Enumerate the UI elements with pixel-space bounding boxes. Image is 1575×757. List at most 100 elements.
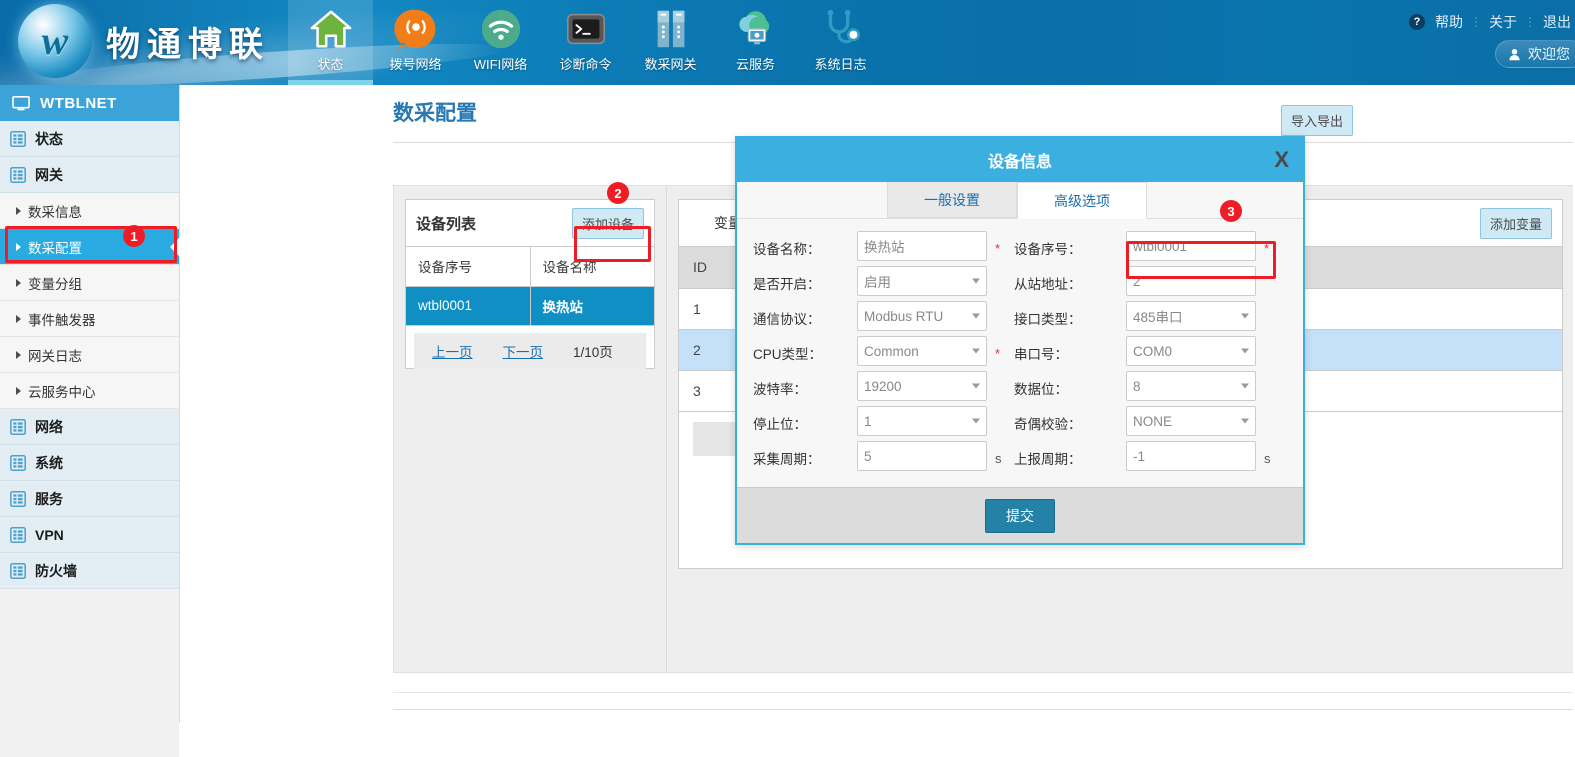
sidebar-item-collect-config[interactable]: 数采配置 <box>0 229 179 265</box>
sidebar-item-service[interactable]: 服务 <box>0 481 179 517</box>
nav-tab-label: WIFI网络 <box>473 57 528 72</box>
field-interface-type <box>1126 301 1261 335</box>
sidebar-item-status[interactable]: 状态 <box>0 121 179 157</box>
sidebar-item-gateway-log[interactable]: 网关日志 <box>0 337 179 373</box>
wifi-icon <box>481 9 520 49</box>
field-slave-address <box>1126 266 1261 300</box>
column-header-serial: 设备序号 <box>406 247 531 287</box>
field-data-bits <box>1126 371 1261 405</box>
nav-tab-label: 系统日志 <box>814 57 867 72</box>
sidebar-item-variable-group[interactable]: 变量分组 <box>0 265 179 301</box>
device-list-title: 设备列表 <box>416 215 477 233</box>
field-baud-rate <box>857 371 992 405</box>
protocol-select[interactable] <box>857 301 987 331</box>
device-name-input[interactable] <box>857 231 987 261</box>
sidebar-item-label: 防火墙 <box>35 562 77 579</box>
cpu-type-select[interactable] <box>857 336 987 366</box>
help-link[interactable]: 帮助 <box>1435 12 1463 32</box>
annotation-badge-1: 1 <box>123 225 145 247</box>
user-icon <box>1509 48 1520 60</box>
nav-tab-wifi[interactable]: WIFI网络 <box>458 0 543 85</box>
next-page-link[interactable]: 下一页 <box>503 341 544 361</box>
sidebar-item-label: 状态 <box>35 130 63 147</box>
stop-bits-select[interactable] <box>857 406 987 436</box>
field-cpu-type <box>857 336 992 370</box>
sidebar-item-gateway[interactable]: 网关 <box>0 157 179 193</box>
nav-tab-label: 状态 <box>317 57 344 72</box>
data-bits-select[interactable] <box>1126 371 1256 401</box>
user-welcome-badge[interactable]: 欢迎您 <box>1495 40 1575 68</box>
caret-right-icon <box>16 206 21 215</box>
close-icon[interactable]: X <box>1274 149 1289 171</box>
nav-tab-status[interactable]: 状态 <box>288 0 373 85</box>
sidebar-item-system[interactable]: 系统 <box>0 445 179 481</box>
device-list-pager: 上一页 下一页 1/10页 <box>414 332 646 369</box>
sidebar-item-cloud-center[interactable]: 云服务中心 <box>0 373 179 409</box>
device-list-panel: 设备列表 添加设备 设备序号 设备名称 wtbl0001 换热站 上一页 下一页… <box>395 187 667 672</box>
logo-orb-icon: w <box>18 4 92 78</box>
sidebar-item-label: 云服务中心 <box>28 384 96 400</box>
submit-button[interactable]: 提交 <box>985 498 1055 533</box>
tab-general-settings[interactable]: 一般设置 <box>887 181 1017 218</box>
baud-rate-select[interactable] <box>857 371 987 401</box>
add-variable-button[interactable]: 添加变量 <box>1479 207 1552 239</box>
device-serial-input[interactable] <box>1126 231 1256 261</box>
collect-period-input[interactable] <box>857 441 987 471</box>
interface-type-select[interactable] <box>1126 301 1256 331</box>
label-collect-period: 采集周期： <box>753 452 821 467</box>
about-link[interactable]: 关于 <box>1489 12 1517 32</box>
required-marker: * <box>1264 240 1270 256</box>
device-list-header: 设备列表 添加设备 <box>406 200 654 247</box>
add-device-button[interactable]: 添加设备 <box>571 207 644 239</box>
unit-seconds: s <box>995 450 1002 466</box>
sidebar-item-label: 数采配置 <box>28 240 82 256</box>
table-row[interactable]: wtbl0001 换热站 <box>406 286 654 326</box>
link-separator: ⋮ <box>1524 15 1536 29</box>
sidebar-item-label: 系统 <box>35 454 63 471</box>
nav-tab-dialup[interactable]: 拨号网络 <box>373 0 458 85</box>
sidebar-item-label: 网关日志 <box>28 348 82 364</box>
cell-device-serial: wtbl0001 <box>406 286 531 326</box>
device-info-dialog: 设备信息 X 一般设置 高级选项 设备名称： * 设备序号： * 是否开启： <box>735 136 1305 545</box>
grid-icon <box>10 166 26 183</box>
nav-tab-gateway[interactable]: 数采网关 <box>628 0 713 85</box>
nav-tab-diagnostics[interactable]: 诊断命令 <box>543 0 628 85</box>
logout-link[interactable]: 退出 <box>1543 12 1571 32</box>
sidebar-brand: WTBLNET <box>0 85 179 121</box>
sidebar-item-collect-info[interactable]: 数采信息 <box>0 193 179 229</box>
sidebar-item-firewall[interactable]: 防火墙 <box>0 553 179 589</box>
sidebar-item-label: 事件触发器 <box>28 312 96 328</box>
link-separator: ⋮ <box>1470 15 1482 29</box>
nav-tab-cloud[interactable]: 云服务 <box>713 0 798 85</box>
nav-tab-syslog[interactable]: 系统日志 <box>798 0 883 85</box>
prev-page-link[interactable]: 上一页 <box>432 341 473 361</box>
slave-address-input[interactable] <box>1126 266 1256 296</box>
dialog-footer: 提交 <box>737 487 1303 543</box>
grid-icon <box>10 490 26 507</box>
label-com-port: 串口号： <box>1014 347 1068 362</box>
device-form: 设备名称： * 设备序号： * 是否开启： 从站地址： <box>747 231 1293 475</box>
column-header-name: 设备名称 <box>529 247 654 287</box>
label-enabled: 是否开启： <box>753 277 821 292</box>
enabled-select[interactable] <box>857 266 987 296</box>
nav-tab-label: 诊断命令 <box>559 57 612 72</box>
field-protocol <box>857 301 992 335</box>
terminal-icon <box>566 13 605 45</box>
sidebar-item-network[interactable]: 网络 <box>0 409 179 445</box>
cell-device-name: 换热站 <box>529 286 654 326</box>
sidebar: WTBLNET 状态 网关 数采信息 数采配置 变量分组 事件触发器 网关日志 … <box>0 85 180 757</box>
tab-advanced-options[interactable]: 高级选项 <box>1017 182 1147 219</box>
sidebar-item-label: 服务 <box>35 490 63 507</box>
report-period-input[interactable] <box>1126 441 1256 471</box>
field-report-period <box>1126 441 1261 475</box>
parity-select[interactable] <box>1126 406 1256 436</box>
import-export-button[interactable]: 导入导出 <box>1281 105 1354 136</box>
stethoscope-icon <box>827 9 860 44</box>
import-export-wrap: 导入导出 <box>1281 105 1354 136</box>
sidebar-item-vpn[interactable]: VPN <box>0 517 179 553</box>
annotation-badge-2: 2 <box>607 182 629 204</box>
com-port-select[interactable] <box>1126 336 1256 366</box>
dialog-body: 设备名称： * 设备序号： * 是否开启： 从站地址： <box>737 219 1303 487</box>
sidebar-item-event-trigger[interactable]: 事件触发器 <box>0 301 179 337</box>
field-enabled <box>857 266 992 300</box>
